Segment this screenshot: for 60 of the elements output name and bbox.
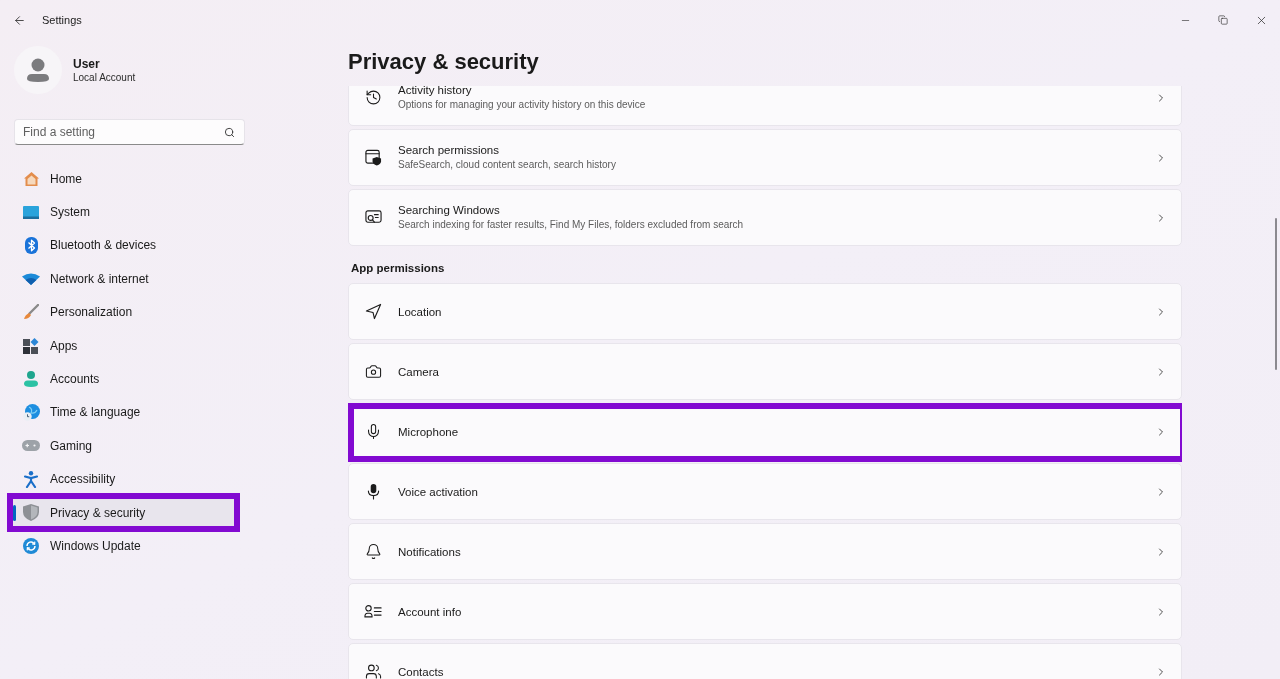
paintbrush-icon: [23, 304, 39, 321]
setting-row[interactable]: Camera: [348, 343, 1182, 400]
setting-row[interactable]: Microphone: [348, 403, 1182, 460]
game-controller-icon: [22, 440, 40, 452]
nav-item[interactable]: Windows Update: [12, 529, 234, 563]
account-type: Local Account: [73, 71, 136, 85]
setting-title: Activity history: [398, 86, 473, 98]
search-field[interactable]: Find a setting: [14, 119, 245, 145]
people-icon: [364, 663, 382, 679]
apps-grid-icon: [23, 337, 39, 354]
window-search-icon: [364, 209, 382, 226]
setting-row[interactable]: Contacts: [348, 643, 1182, 679]
setting-row[interactable]: Location: [348, 283, 1182, 340]
nav-item[interactable]: Accounts: [12, 362, 234, 396]
monitor-icon: [23, 205, 39, 219]
setting-row[interactable]: Notifications: [348, 523, 1182, 580]
camera-icon: [364, 363, 382, 380]
search-icon: [224, 126, 235, 138]
setting-description: Options for managing your activity history on this device: [398, 98, 647, 112]
nav-item[interactable]: Bluetooth & devices: [12, 228, 234, 263]
setting-row[interactable]: Searching Windows Search indexing for faster results, Find My Files, folders excluded from search: [348, 189, 1182, 246]
selection-indicator: [13, 504, 16, 521]
account-name: User: [73, 57, 101, 71]
nav-item[interactable]: Apps: [12, 328, 234, 363]
page-title: Privacy & security: [348, 48, 540, 76]
history-icon: [364, 89, 382, 106]
setting-title: Search permissions: [398, 143, 500, 158]
scrollbar-thumb[interactable]: [1275, 218, 1277, 370]
nav-item[interactable]: Network & internet: [12, 262, 234, 296]
person-list-icon: [364, 604, 382, 619]
setting-row[interactable]: Activity history Options for managing your activity history on this device: [348, 86, 1182, 126]
nav-item[interactable]: Time & language: [12, 395, 234, 430]
setting-description: SafeSearch, cloud content search, search history: [398, 158, 617, 172]
back-arrow-icon: [12, 13, 26, 27]
house-icon: [22, 170, 40, 187]
setting-description: Search indexing for faster results, Find My Files, folders excluded from search: [398, 218, 745, 232]
person-icon: [24, 371, 38, 388]
sync-arrows-icon: [23, 538, 39, 554]
avatar-icon: [14, 46, 62, 94]
navigation-arrow-icon: [364, 303, 382, 320]
nav-item[interactable]: Home: [12, 162, 234, 196]
section-heading: App permissions: [350, 261, 446, 276]
bluetooth-icon: [24, 236, 38, 254]
nav-item[interactable]: System: [12, 195, 234, 229]
wifi-icon: [22, 272, 40, 285]
restore-icon: [1218, 15, 1228, 25]
shield-icon: [23, 504, 39, 522]
bell-icon: [364, 543, 382, 560]
microphone-icon: [366, 483, 380, 500]
window-shield-icon: [364, 149, 382, 166]
setting-row[interactable]: Voice activation: [348, 463, 1182, 520]
setting-row[interactable]: Search permissions SafeSearch, cloud content search, search history: [348, 129, 1182, 186]
setting-row[interactable]: Account info: [348, 583, 1182, 640]
setting-title: Searching Windows: [398, 203, 501, 218]
window-title: Settings: [42, 12, 82, 28]
nav-item[interactable]: Accessibility: [12, 462, 234, 496]
nav-item[interactable]: Gaming: [12, 429, 234, 463]
globe-clock-icon: [22, 403, 40, 421]
accessibility-figure-icon: [24, 470, 38, 488]
nav-item[interactable]: Personalization: [12, 295, 234, 329]
